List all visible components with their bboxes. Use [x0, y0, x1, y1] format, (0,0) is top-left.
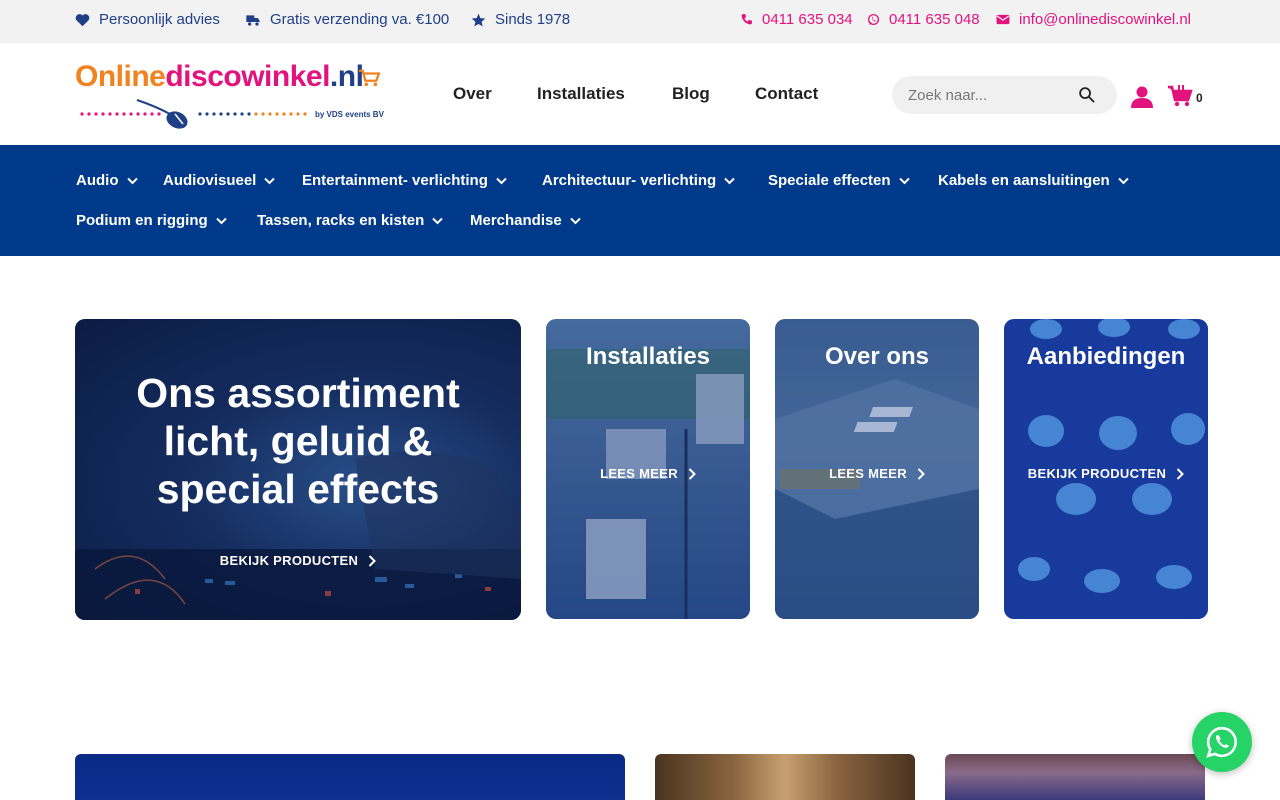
category-kabels-en-aansluitingen[interactable]: Kabels en aansluitingen — [938, 172, 1129, 189]
logo-subtitle: by VDS events BV — [315, 110, 384, 119]
card-link[interactable]: BEKIJK PRODUCTEN — [1004, 466, 1208, 481]
chevron-down-icon — [1118, 177, 1129, 184]
chevron-right-icon — [1177, 467, 1185, 480]
card-over-ons[interactable]: Over ons LEES MEER — [775, 319, 979, 619]
search-input[interactable] — [908, 76, 1073, 114]
search-box — [892, 76, 1117, 114]
chevron-down-icon — [264, 177, 276, 184]
chevron-right-icon — [917, 467, 925, 480]
header: Onlinediscowinkel.nl by VDS events BV Ov… — [0, 43, 1280, 145]
account-icon[interactable] — [1130, 85, 1154, 114]
chevron-down-icon — [898, 177, 910, 184]
category-speciale-effecten[interactable]: Speciale effecten — [768, 172, 910, 189]
site-logo[interactable]: Onlinediscowinkel.nl by VDS events BV — [75, 60, 385, 129]
chevron-down-icon — [569, 217, 581, 224]
chevron-down-icon — [432, 217, 444, 224]
truck-icon — [246, 14, 260, 26]
nav-over[interactable]: Over — [453, 84, 492, 104]
card-link[interactable]: LEES MEER — [546, 466, 750, 481]
cart-icon[interactable] — [1167, 83, 1193, 114]
search-icon[interactable] — [1078, 86, 1095, 103]
category-merchandise[interactable]: Merchandise — [470, 212, 581, 229]
category-podium-en-rigging[interactable]: Podium en rigging — [76, 212, 227, 229]
email-link[interactable]: info@onlinediscowinkel.nl — [996, 11, 1191, 28]
card-assortiment[interactable]: Ons assortiment licht, geluid & special … — [75, 319, 521, 620]
chevron-down-icon — [126, 177, 138, 184]
card-title: Over ons — [824, 343, 930, 370]
cart-count: 0 — [1196, 91, 1203, 105]
phone-link[interactable]: 0411 635 034 — [740, 11, 853, 28]
category-tassen-racks-en-kisten[interactable]: Tassen, racks en kisten — [257, 212, 444, 229]
category-entertainment-verlichting[interactable]: Entertainment- verlichting — [302, 172, 507, 189]
chevron-down-icon — [496, 177, 507, 184]
whatsapp-link[interactable]: 0411 635 048 — [867, 11, 980, 28]
logo-wordmark: Onlinediscowinkel.nl — [75, 60, 364, 93]
category-architectuur-verlichting[interactable]: Architectuur- verlichting — [542, 172, 735, 189]
mail-icon — [996, 14, 1010, 25]
chevron-down-icon — [724, 177, 735, 184]
card-title: Aanbiedingen — [1026, 343, 1186, 370]
usp-personal-advice: Persoonlijk advies — [75, 11, 220, 28]
category-audio[interactable]: Audio — [76, 172, 138, 189]
usp-free-shipping: Gratis verzending va. €100 — [245, 11, 449, 28]
usp-since: Sinds 1978 — [471, 11, 570, 28]
logo-dots — [80, 112, 307, 116]
heart-icon — [75, 13, 90, 26]
card-title: Installaties — [585, 343, 711, 370]
chevron-down-icon — [215, 217, 227, 224]
category-audiovisueel[interactable]: Audiovisueel — [163, 172, 276, 189]
chevron-right-icon — [688, 467, 696, 480]
nav-blog[interactable]: Blog — [672, 84, 710, 104]
chevron-right-icon — [369, 554, 377, 567]
phone-icon — [741, 14, 752, 25]
whatsapp-icon — [1206, 726, 1237, 758]
bottom-card-1[interactable] — [75, 754, 625, 800]
nav-contact[interactable]: Contact — [755, 84, 818, 104]
cart-logo-icon — [359, 69, 380, 87]
card-aanbiedingen[interactable]: Aanbiedingen BEKIJK PRODUCTEN — [1004, 319, 1208, 619]
category-nav: Audio Audiovisueel Entertainment- verlic… — [0, 145, 1280, 256]
top-bar: Persoonlijk advies Gratis verzending va.… — [0, 0, 1280, 43]
card-link[interactable]: LEES MEER — [775, 466, 979, 481]
card-title: Ons assortiment licht, geluid & special … — [136, 370, 460, 512]
bottom-card-3[interactable] — [945, 754, 1205, 800]
whatsapp-chat-button[interactable] — [1192, 712, 1252, 772]
bottom-card-2[interactable] — [655, 754, 915, 800]
star-icon — [471, 13, 486, 26]
card-link[interactable]: BEKIJK PRODUCTEN — [75, 553, 521, 568]
whatsapp-icon — [867, 13, 880, 26]
nav-installaties[interactable]: Installaties — [537, 84, 625, 104]
card-installaties[interactable]: Installaties LEES MEER — [546, 319, 750, 619]
